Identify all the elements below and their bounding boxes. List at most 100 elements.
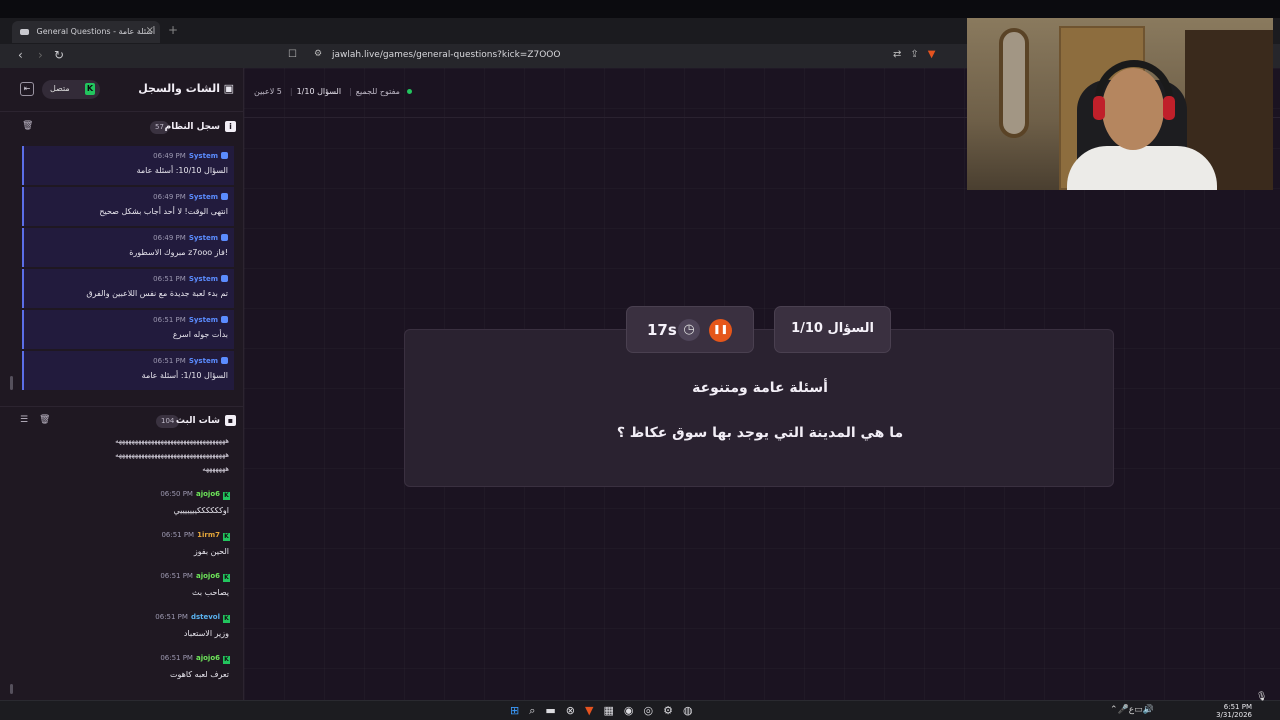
- question-progress-label: السؤال 1/10: [296, 87, 342, 96]
- clear-chat-icon[interactable]: 🗑: [39, 415, 50, 425]
- chat-username[interactable]: ajojo6: [196, 572, 220, 580]
- chat-spam-line: هههههههه: [202, 465, 229, 473]
- browser-tab[interactable]: General Questions - أسئلة عامة ×: [12, 21, 160, 43]
- forward-button[interactable]: ›: [38, 48, 43, 62]
- system-badge-icon: [221, 316, 228, 323]
- chat-scrollbar[interactable]: [10, 684, 13, 694]
- chat-text: وزير الاستعباد: [183, 629, 229, 638]
- kick-icon: K: [223, 533, 230, 541]
- system-log-header: 🗑 57 سجل النظام i: [0, 113, 244, 143]
- xbox-icon[interactable]: ⊗: [566, 704, 585, 717]
- stream-chat-header: ☰ 🗑 104 شات البث ▪: [0, 406, 244, 436]
- brave-shield-icon[interactable]: ▼: [928, 49, 945, 60]
- message-time: 06:51 PM: [161, 531, 195, 539]
- chat-message: 06:51 PM dstevol K وزير الاستعباد: [0, 613, 244, 653]
- message-user: System: [188, 193, 218, 201]
- windows-start-icon[interactable]: ⊞: [510, 704, 529, 717]
- taskbar-clock[interactable]: 6:51 PM 3/31/2026: [1212, 703, 1252, 719]
- folder-icon[interactable]: ▬: [545, 704, 565, 717]
- steam-icon[interactable]: ⚙: [663, 704, 683, 717]
- tab-title: General Questions - أسئلة عامة: [36, 27, 156, 36]
- system-badge-icon: [221, 275, 228, 282]
- bookmark-icon[interactable]: ☐: [288, 49, 297, 60]
- game-info-bar: مفتوح للجميع|السؤال 1/10|5 لاعبين: [254, 87, 416, 96]
- message-text: السؤال 1/10: أسئلة عامة: [141, 371, 228, 380]
- chat-message: 06:51 PM ajojo6 K يصاحب بث: [0, 572, 244, 612]
- message-user: System: [188, 234, 218, 242]
- chat-text: الحين بفوز: [193, 547, 229, 556]
- system-message: 06:51 PM System تم بدء لعبة جديدة مع نفس …: [22, 269, 234, 308]
- question-text: ما هي المدينة التي يوجد بها سوق عكاظ ؟: [616, 425, 904, 441]
- timer-seconds: 17s: [647, 321, 677, 339]
- chat-options-icon[interactable]: ☰: [20, 415, 28, 425]
- kick-icon: K: [85, 83, 95, 95]
- system-badge-icon: [221, 357, 228, 364]
- chrome-icon[interactable]: ◍: [683, 704, 703, 717]
- clock-date: 3/31/2026: [1216, 711, 1252, 719]
- chat-spam-line: ههههههههههههههههههههههههههههههههههه: [115, 437, 229, 445]
- open-label: مفتوح للجميع: [355, 87, 400, 96]
- chat-icon: ▪: [225, 415, 236, 426]
- online-dot-icon: [406, 89, 412, 94]
- brave-icon[interactable]: ▼: [585, 704, 603, 717]
- question-number: السؤال 1/10: [774, 306, 891, 353]
- system-log-title: سجل النظام: [164, 122, 220, 132]
- sidebar: ⇤ متصل K الشات والسجل ▣ 🗑 57 سجل النظام …: [0, 68, 244, 700]
- message-text: مبروك الاسطورة z7ooo فاز!: [129, 248, 228, 257]
- stream-chat-list: ههههههههههههههههههههههههههههههههههه هههه…: [0, 435, 244, 691]
- message-time: 06:49 PM: [153, 152, 186, 160]
- clear-log-icon[interactable]: 🗑: [22, 121, 33, 131]
- system-message: 06:49 PM System انتهى الوقت! لا أحد أجاب …: [22, 187, 234, 226]
- webcam-person: [1067, 146, 1217, 190]
- screen: General Questions - أسئلة عامة × + ‹ › ↻…: [0, 0, 1280, 720]
- message-time: 06:51 PM: [160, 572, 193, 580]
- question-category: أسئلة عامة ومتنوعة: [692, 380, 828, 396]
- message-time: 06:49 PM: [153, 234, 186, 242]
- system-badge-icon: [221, 234, 228, 241]
- chat-username[interactable]: dstevol: [191, 613, 220, 621]
- system-log-scrollbar[interactable]: [10, 376, 13, 390]
- chat-text: يصاحب بث: [191, 588, 229, 597]
- timer-box: 17s ◷ ❚❚: [626, 306, 754, 353]
- webcam-overlay: [967, 18, 1273, 190]
- chat-username[interactable]: 1irm7: [197, 531, 220, 539]
- chat-username[interactable]: ajojo6: [196, 490, 220, 498]
- collapse-sidebar-button[interactable]: ⇤: [20, 82, 34, 96]
- message-user: System: [188, 316, 218, 324]
- clock-icon: ◷: [678, 319, 700, 341]
- store-icon[interactable]: ▦: [603, 704, 623, 717]
- system-badge-icon: [221, 152, 228, 159]
- tab-close-icon[interactable]: ×: [146, 25, 154, 36]
- kick-icon: K: [223, 574, 230, 582]
- message-user: System: [188, 275, 218, 283]
- players-count: 5 لاعبين: [254, 87, 282, 96]
- connection-status: متصل K: [42, 80, 100, 99]
- sidebar-header: ⇤ متصل K الشات والسجل ▣: [0, 68, 244, 112]
- discord-icon[interactable]: ◉: [624, 704, 644, 717]
- pause-button[interactable]: ❚❚: [709, 319, 732, 342]
- new-tab-button[interactable]: +: [168, 23, 178, 37]
- reload-button[interactable]: ↻: [54, 48, 64, 62]
- browser-action-icons[interactable]: ⇄⇪▼: [893, 49, 944, 60]
- mic-icon[interactable]: 🎙: [1256, 692, 1267, 702]
- stream-chat-title: شات البث: [175, 416, 220, 426]
- message-time: 06:49 PM: [153, 193, 186, 201]
- message-time: 06:51 PM: [155, 613, 188, 621]
- back-button[interactable]: ‹: [18, 48, 23, 62]
- status-label: متصل: [50, 84, 70, 93]
- system-tray[interactable]: ⌃🎤ع▭🔊: [1110, 705, 1154, 715]
- site-settings-icon[interactable]: ⚙: [314, 49, 322, 59]
- chat-message: 06:51 PM ajojo6 K تعرف لعبه كاهوت: [0, 654, 244, 691]
- chat-spam-line: ههههههههههههههههههههههههههههههههههه: [115, 451, 229, 459]
- info-icon: i: [225, 121, 236, 132]
- message-text: تم بدء لعبة جديدة مع نفس اللاعبين والفرق: [86, 289, 228, 298]
- taskbar-apps[interactable]: ⊞⌕▬⊗▼▦◉◎⚙◍: [510, 704, 703, 718]
- kick-icon: K: [223, 492, 230, 500]
- system-message: 06:49 PM System السؤال 10/10: أسئلة عامة: [22, 146, 234, 185]
- address-bar[interactable]: jawlah.live/games/general-questions?kick…: [332, 50, 560, 60]
- chat-bubble-icon: ▣: [223, 82, 234, 95]
- instagram-icon[interactable]: ◎: [644, 704, 664, 717]
- chat-username[interactable]: ajojo6: [196, 654, 220, 662]
- search-icon[interactable]: ⌕: [529, 704, 545, 717]
- system-message: 06:51 PM System بدأت جوله اسرع: [22, 310, 234, 349]
